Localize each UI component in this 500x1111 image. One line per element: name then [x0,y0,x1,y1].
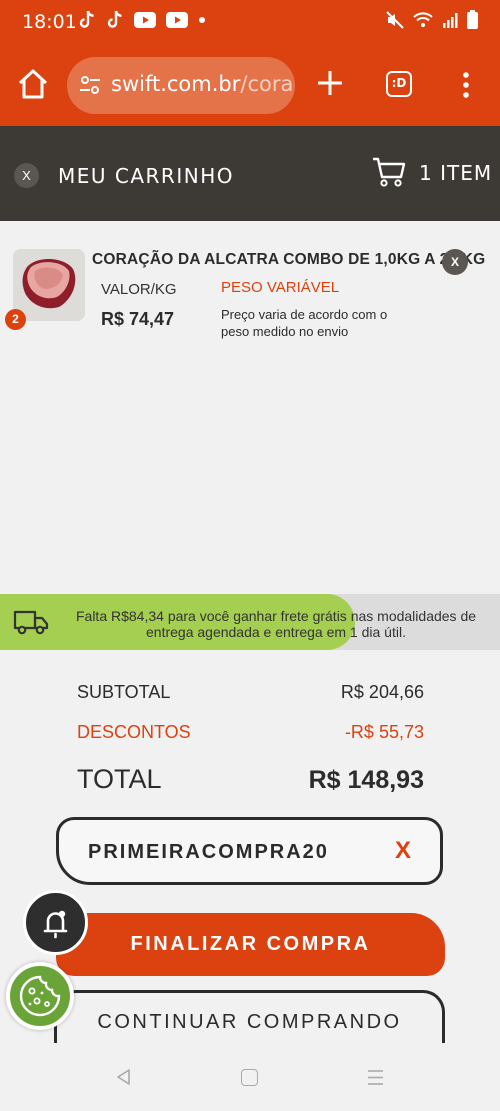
more-options-icon[interactable] [459,70,473,100]
home-icon[interactable] [16,67,50,101]
tab-switcher-button[interactable]: :D [386,71,412,97]
notification-icons [78,10,206,30]
site-settings-icon[interactable] [79,74,101,96]
cart-header: X MEU CARRINHO 1 ITEM [0,126,500,221]
youtube-icon [166,12,188,28]
truck-icon [13,610,49,635]
coupon-code: PRIMEIRACOMPRA20 [88,841,329,863]
variable-weight-label: PESO VARIÁVEL [221,279,340,296]
product-image[interactable] [13,249,85,321]
home-nav-icon[interactable] [241,1069,258,1086]
free-shipping-message: Falta R$84,34 para você ganhar frete grá… [75,608,477,640]
quantity-badge: 2 [5,309,26,330]
mute-icon [386,10,404,29]
signal-icon [443,12,458,28]
product-price: R$ 74,47 [101,309,175,329]
discount-label: DESCONTOS [77,722,191,742]
shopping-cart-icon [373,157,406,187]
cookie-settings-button[interactable] [6,962,74,1030]
free-shipping-bar: Falta R$84,34 para você ganhar frete grá… [0,594,500,650]
remove-coupon-button[interactable]: X [395,837,411,865]
finalize-purchase-button[interactable]: FINALIZAR COMPRA [56,913,445,976]
subtotal-label: SUBTOTAL [77,682,171,702]
new-tab-icon[interactable] [316,69,344,97]
wifi-icon [413,11,433,27]
subtotal-row: SUBTOTAL R$ 204,66 [77,682,424,703]
total-label: TOTAL [77,764,162,794]
url-domain: swift.com.br [111,72,241,96]
recent-apps-icon[interactable] [367,1069,384,1086]
youtube-icon [134,12,156,28]
status-bar: 18:01 [0,0,500,45]
cart-item: 2 CORAÇÃO DA ALCATRA COMBO DE 1,0KG A 2,… [0,221,500,351]
subtotal-value: R$ 204,66 [340,682,424,702]
url-bar[interactable]: swift.com.br/cora [67,57,295,114]
system-navigation-bar [0,1043,500,1111]
discount-value: -R$ 55,73 [344,722,424,742]
coupon-field[interactable]: PRIMEIRACOMPRA20 X [56,817,443,885]
close-cart-button[interactable]: X [14,163,39,188]
bell-icon [43,910,68,939]
cart-item-count: 1 ITEM [419,161,493,185]
meat-image [13,249,85,321]
tiktok-icon [107,10,122,28]
remove-item-button[interactable]: X [442,249,468,275]
weight-note: Preço varia de acordo com o peso medido … [221,307,388,339]
back-icon[interactable] [114,1067,134,1087]
browser-toolbar: swift.com.br/cora :D [0,45,500,126]
product-name[interactable]: CORAÇÃO DA ALCATRA COMBO DE 1,0KG A 2,7K… [92,251,485,269]
url-text: swift.com.br/cora [111,72,293,96]
cart-title: MEU CARRINHO [58,164,234,188]
unit-label: VALOR/KG [101,281,177,298]
dot-icon [199,17,205,23]
notification-button[interactable] [23,890,88,955]
tiktok-icon [79,10,94,28]
status-time: 18:01 [22,11,77,33]
total-row: TOTAL R$ 148,93 [77,764,424,795]
cookie-icon [19,975,61,1017]
discount-row: DESCONTOS -R$ 55,73 [77,722,424,743]
url-path: /cora [240,72,294,96]
total-value: R$ 148,93 [308,766,424,794]
system-icons [386,10,478,29]
battery-icon [467,10,478,29]
